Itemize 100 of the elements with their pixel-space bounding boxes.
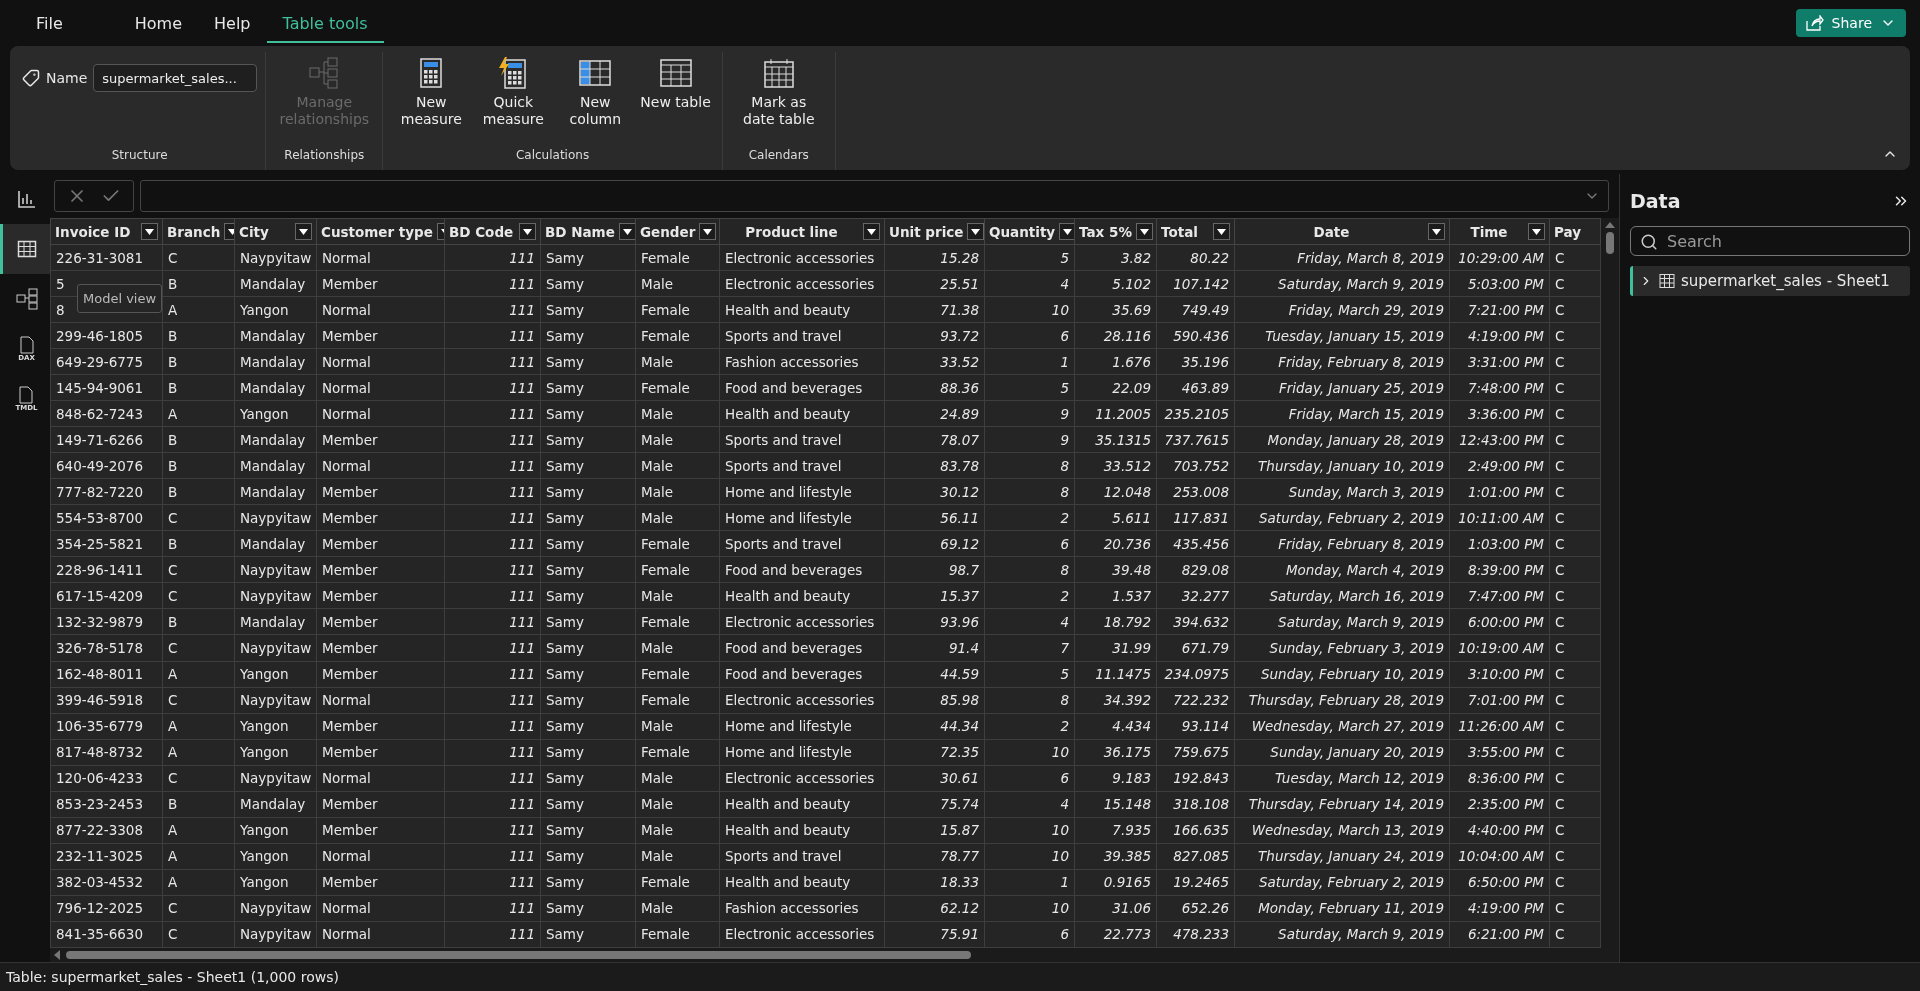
table-cell: 6 [984,530,1075,557]
table-cell: Friday, January 25, 2019 [1234,374,1450,401]
table-cell: Samy [540,843,636,870]
filter-button[interactable] [1213,223,1230,240]
menu-tab[interactable]: Table tools [266,3,384,43]
menu-tab[interactable]: File [20,3,79,43]
table-cell: Male [635,713,720,740]
table-cell: C [1549,661,1601,688]
table-cell: 9.183 [1074,765,1157,792]
table-icon [16,239,37,259]
filter-button[interactable] [519,223,536,240]
table-cell: 232-11-3025 [50,843,163,870]
table-cell: Naypyitaw [234,921,317,948]
table-cell: C [1549,817,1601,844]
filter-button[interactable] [1428,223,1445,240]
scroll-left-icon[interactable] [54,950,60,960]
table-cell: C [1549,322,1601,349]
ribbon-button[interactable]: New column [555,52,636,132]
vertical-scrollbar[interactable] [1601,218,1619,948]
table-cell: Electronic accessories [719,270,885,297]
table-cell: Naypyitaw [234,582,317,609]
table-cell: 399-46-5918 [50,687,163,714]
table-cell: Samy [540,322,636,349]
ribbon-button[interactable]: Mark as date table [730,52,827,132]
table-cell: C [1549,608,1601,635]
table-cell: 817-48-8732 [50,739,163,766]
menu-tab[interactable]: Home [118,3,199,43]
scrollbar-thumb[interactable] [66,951,972,959]
group-label: Relationships [283,147,366,164]
table-cell: C [162,504,235,531]
table-cell: C [1549,426,1601,453]
menu-tab[interactable]: Help [198,3,267,43]
table-cell: 111 [444,661,541,688]
formula-field[interactable] [140,180,1609,212]
table-cell: Naypyitaw [234,634,317,661]
table-cell: B [162,478,235,505]
filter-button[interactable] [1528,223,1545,240]
table-cell: Normal [316,374,445,401]
table-cell: Fashion accessories [719,895,885,922]
file-icon [18,386,35,404]
diagram-icon [15,288,38,310]
column-header: Date [1312,223,1351,240]
caret-icon [622,228,632,235]
table-cell: 4:19:00 PM [1449,895,1550,922]
filter-button[interactable] [699,223,717,240]
table-cell: 44.59 [884,661,985,688]
tree-item[interactable]: supermarket_sales - Sheet1 [1630,266,1910,296]
column-header: Tax 5% [1079,223,1132,240]
filter-button[interactable] [141,223,158,240]
name-field[interactable]: supermarket_sales... [93,64,258,92]
table-cell: C [1549,452,1601,479]
table-cell: 25.51 [884,270,985,297]
search-field[interactable]: Search [1630,226,1910,256]
table-cell: 9 [984,426,1075,453]
table-cell: Thursday, January 24, 2019 [1234,843,1450,870]
table-cell: 554-53-8700 [50,504,163,531]
ribbon-button[interactable]: New measure [391,52,472,132]
table-cell: C [162,634,235,661]
table-cell: Samy [540,478,636,505]
filter-button[interactable] [967,223,984,240]
filter-button[interactable] [295,223,312,240]
table-cell: Female [635,530,720,557]
table-cell: B [162,426,235,453]
share-button[interactable]: Share [1795,9,1906,37]
table-cell: Sunday, March 3, 2019 [1234,478,1450,505]
table-cell: B [162,791,235,818]
table-cell: Health and beauty [719,296,885,323]
scroll-up-icon[interactable] [1605,222,1616,228]
caret-icon [1139,228,1149,235]
table-cell: 22.773 [1074,921,1157,948]
table-cell: C [1549,921,1601,948]
table-cell: Male [635,270,720,297]
horizontal-scrollbar[interactable] [50,948,1619,962]
table-cell: 7:48:00 PM [1449,374,1550,401]
ribbon-button[interactable]: New table [637,52,714,115]
table-cell: Naypyitaw [234,895,317,922]
table-cell: Friday, March 8, 2019 [1234,244,1450,271]
filter-button[interactable] [1135,223,1153,240]
table-cell: 18.792 [1074,608,1157,635]
table-icon [1659,273,1675,289]
table-cell: 4:40:00 PM [1449,817,1550,844]
table-cell: 80.22 [1156,244,1235,271]
caret-icon [1432,228,1441,235]
table-cell: 394.632 [1156,608,1235,635]
table-cell: Electronic accessories [719,765,885,792]
ribbon-button[interactable]: Quick measure [473,52,554,132]
scrollbar-thumb[interactable] [1606,232,1615,254]
table-cell: Mandalay [234,791,317,818]
table-cell: Monday, January 28, 2019 [1234,426,1450,453]
table-cell: A [162,817,235,844]
table-cell: B [162,530,235,557]
table-cell: B [162,608,235,635]
table-cell: Member [316,426,445,453]
table-cell: C [162,244,235,271]
filter-button[interactable] [618,223,635,240]
group-label: Structure [110,147,169,164]
filter-button[interactable] [863,223,880,240]
table-cell: 827.085 [1156,843,1235,870]
view-tab[interactable] [0,224,50,274]
filter-button[interactable] [1059,223,1074,240]
